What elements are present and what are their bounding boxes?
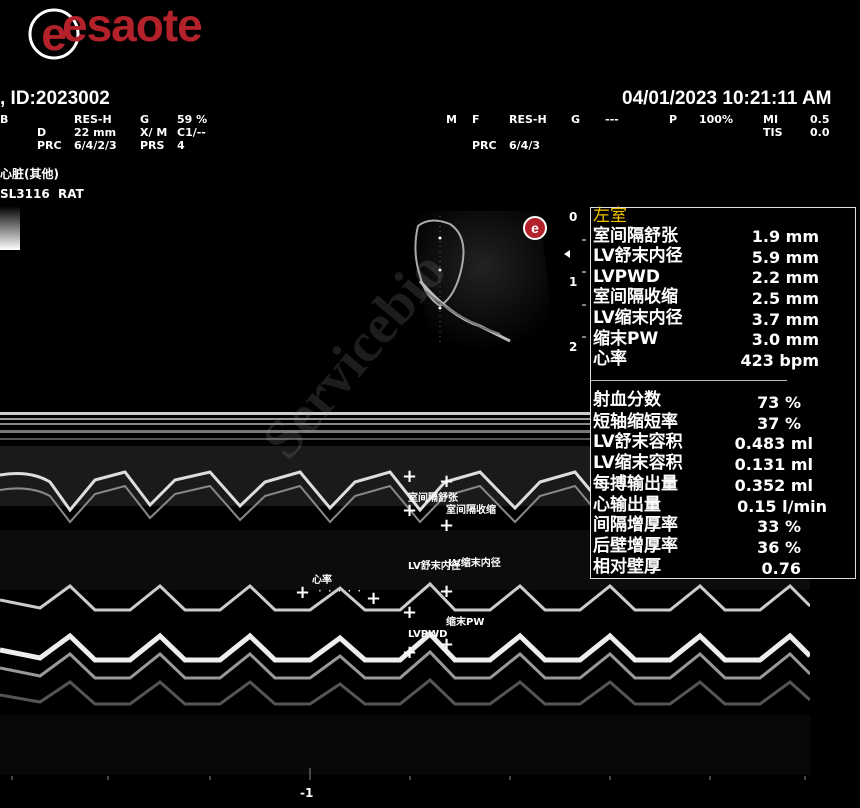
caliper-lvidd-bottom[interactable]: + (402, 604, 417, 622)
meas-value-lvpws: 3.0 mm (751, 330, 819, 349)
param-mi-value: 0.5 (810, 113, 830, 126)
meas-label-ivs-thickening: 间隔增厚率 (593, 515, 678, 535)
exam-preset: 心脏(其他) (0, 167, 59, 181)
caliper-hr-dots: ····· (318, 584, 368, 598)
param-prc: PRC (37, 139, 62, 152)
meas-label-edv: LV舒末容积 (593, 432, 683, 452)
param-prc-value: 6/4/2/3 (74, 139, 117, 152)
meas-value-ivs-thickening: 33 % (757, 517, 801, 536)
meas-label-co: 心输出量 (593, 495, 661, 515)
time-scale-label: -1 (300, 786, 314, 800)
meas-value-lvpwd: 2.2 mm (751, 268, 819, 287)
meas-value-rwt: 0.76 (761, 559, 801, 578)
caliper-lvpwd-bottom[interactable]: + (402, 644, 417, 662)
meas-value-fs: 37 % (757, 414, 801, 433)
measurement-panel: 左室 室间隔舒张 1.9 mm LV舒末内径 5.9 mm LVPWD 2.2 … (590, 206, 856, 579)
meas-label-hr: 心率 (593, 349, 627, 369)
param-b: B (0, 113, 9, 126)
param-mi: MI (763, 113, 779, 126)
panel-title: 左室 (593, 206, 627, 226)
caliper-lvids-bottom[interactable]: + (439, 583, 454, 601)
meas-value-ivsd: 1.9 mm (751, 227, 819, 246)
meas-label-lvidd: LV舒末内径 (593, 246, 683, 266)
meas-label-fs: 短轴缩短率 (593, 412, 678, 432)
param-d: D (37, 126, 47, 139)
meas-value-pw-thickening: 36 % (757, 538, 801, 557)
meas-value-esv: 0.131 ml (734, 455, 813, 474)
param-m: M (446, 113, 457, 126)
caliper-ivsd-bottom[interactable]: + (402, 502, 417, 520)
param-tis: TIS (763, 126, 783, 139)
meas-value-sv: 0.352 ml (734, 476, 813, 495)
meas-label-lvpws: 缩末PW (593, 329, 659, 349)
param-tis-value: 0.0 (810, 126, 830, 139)
caliper-label-lvpws: 缩末PW (446, 617, 485, 628)
caliper-label-lvids: LV缩末内径 (448, 558, 501, 569)
meas-value-ef: 73 % (757, 393, 801, 412)
param-res-h: RES-H (74, 113, 112, 126)
probe-model: SL3116 (0, 187, 50, 201)
meas-label-ivsd: 室间隔舒张 (593, 226, 678, 246)
param-prc-right-value: 6/4/3 (509, 139, 540, 152)
meas-label-lvpwd: LVPWD (593, 267, 660, 287)
param-xm-value: C1/-- (177, 126, 206, 139)
depth-ruler (564, 239, 586, 338)
caliper-ivss-bottom[interactable]: + (439, 517, 454, 535)
meas-value-ivss: 2.5 mm (751, 289, 819, 308)
param-f: F (472, 113, 480, 126)
caliper-hr-start[interactable]: + (295, 584, 310, 602)
caliper-lvpws-bottom[interactable]: + (439, 636, 454, 654)
svg-text:e: e (531, 220, 539, 236)
meas-label-rwt: 相对壁厚 (593, 557, 661, 577)
param-g-right: G (571, 113, 581, 126)
exam-datetime: 04/01/2023 10:21:11 AM (622, 88, 832, 109)
focus-marker-icon (564, 250, 570, 258)
param-res-h-right: RES-H (509, 113, 547, 126)
patient-id: , ID:2023002 (0, 88, 110, 109)
param-d-value: 22 mm (74, 126, 117, 139)
caliper-hr-end[interactable]: + (366, 590, 381, 608)
caliper-ivsd-top[interactable]: + (402, 468, 417, 486)
meas-value-co: 0.15 l/min (737, 497, 827, 516)
panel-divider (591, 380, 787, 381)
param-prs: PRS (140, 139, 165, 152)
meas-label-sv: 每搏输出量 (593, 474, 678, 494)
param-xm: X/ M (140, 126, 168, 139)
param-p: P (669, 113, 678, 126)
meas-label-ivss: 室间隔收缩 (593, 287, 678, 307)
orientation-e-icon: e (523, 216, 547, 240)
param-g-right-value: --- (605, 113, 619, 126)
meas-label-lvids: LV缩末内径 (593, 308, 683, 328)
meas-value-lvidd: 5.9 mm (751, 248, 819, 267)
species: RAT (58, 187, 84, 201)
meas-label-pw-thickening: 后壁增厚率 (593, 536, 678, 556)
grayscale-bar (0, 206, 20, 250)
param-prs-value: 4 (177, 139, 185, 152)
param-prc-right: PRC (472, 139, 497, 152)
meas-value-hr: 423 bpm (740, 351, 819, 370)
meas-value-edv: 0.483 ml (734, 434, 813, 453)
param-g-value: 59 % (177, 113, 208, 126)
meas-value-lvids: 3.7 mm (751, 310, 819, 329)
meas-label-esv: LV缩末容积 (593, 453, 683, 473)
meas-label-ef: 射血分数 (593, 390, 661, 410)
brand-name: esaote (62, 0, 203, 51)
caliper-label-ivss: 室间隔收缩 (446, 505, 496, 516)
param-p-value: 100% (699, 113, 733, 126)
param-g: G (140, 113, 150, 126)
